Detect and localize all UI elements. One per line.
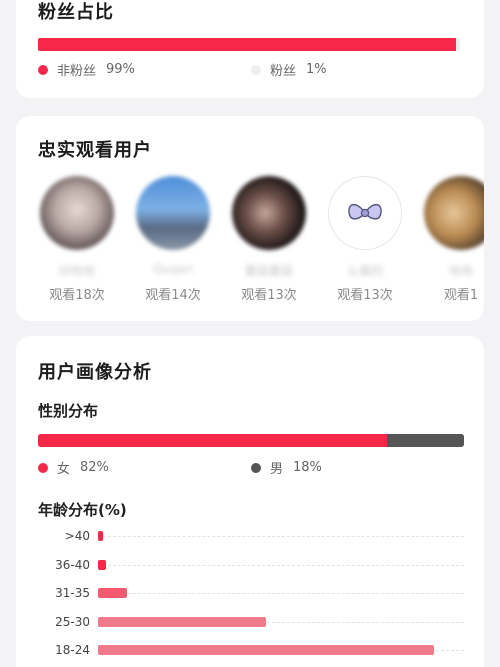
loyal-viewers-title: 忠实观看用户	[38, 140, 152, 161]
age-row: 31-35	[16, 586, 484, 601]
age-bar	[98, 645, 434, 655]
grid-line	[98, 593, 464, 594]
gender-title: 性别分布	[38, 402, 99, 420]
viewer-name: 么猫的	[346, 264, 383, 278]
female-segment	[38, 434, 388, 447]
viewer-name: 哈哈	[448, 264, 473, 278]
grid-line	[98, 564, 464, 566]
age-bar	[98, 559, 106, 570]
female-legend: 女 82%	[38, 458, 109, 477]
fan-ratio-title: 粉丝占比	[38, 2, 114, 23]
male-segment	[388, 434, 464, 447]
age-tick-label: >40	[64, 529, 90, 543]
avatar	[40, 176, 114, 250]
fan-ratio-card: 粉丝占比 非粉丝 99% 粉丝 1%	[16, 0, 484, 98]
non-fan-legend: 非粉丝 99%	[38, 60, 135, 79]
age-tick-label: 31-35	[55, 586, 90, 600]
male-dot-icon	[251, 462, 261, 473]
grid-line	[98, 536, 464, 537]
user-portrait-card: 用户画像分析 性别分布 女 82% 男 18% 年龄分布(%) >40 36-40…	[16, 336, 484, 667]
loyal-viewers-card: 忠实观看用户 印哈哈 观看18次 Quqan 观看14次 蘑菇蘑菇 观看13次 …	[16, 116, 484, 321]
fan-label: 粉丝	[270, 64, 297, 79]
viewer-count: 观看14次	[145, 288, 201, 303]
avatar	[424, 176, 484, 250]
viewer-name: 蘑菇蘑菇	[244, 264, 293, 278]
age-tick-label: 25-30	[55, 614, 90, 629]
age-bar	[98, 531, 104, 541]
age-row: 18-24	[16, 643, 484, 658]
avatar	[136, 176, 210, 250]
fan-value: 1%	[306, 62, 327, 77]
viewer-item[interactable]: 哈哈 观看1	[422, 176, 484, 303]
viewer-item[interactable]: 蘑菇蘑菇 观看13次	[230, 176, 308, 303]
bow-icon	[328, 176, 402, 250]
viewer-item[interactable]: Quqan 观看14次	[134, 176, 212, 303]
non-fan-dot-icon	[38, 64, 48, 75]
female-dot-icon	[38, 462, 48, 473]
viewer-count: 观看18次	[49, 288, 105, 303]
age-bar	[98, 588, 128, 598]
viewer-name: 印哈哈	[58, 264, 95, 278]
avatar	[232, 176, 306, 250]
age-distribution-chart: >40 36-40 31-35 25-30 18-24	[16, 526, 484, 667]
fan-ratio-bar	[38, 38, 460, 51]
age-tick-label: 18-24	[55, 643, 90, 657]
viewer-count: 观看13次	[337, 288, 393, 303]
fan-dot-icon	[251, 64, 261, 75]
age-row: 25-30	[16, 614, 484, 630]
viewer-count: 观看13次	[241, 288, 297, 303]
male-value: 18%	[293, 460, 322, 475]
viewer-item[interactable]: 印哈哈 观看18次	[38, 176, 116, 303]
male-legend: 男 18%	[251, 458, 322, 477]
non-fan-segment	[38, 38, 456, 51]
age-tick-label: 36-40	[55, 557, 90, 572]
female-value: 82%	[80, 460, 109, 475]
non-fan-label: 非粉丝	[57, 64, 97, 79]
non-fan-value: 99%	[106, 62, 135, 77]
gender-bar	[38, 434, 464, 447]
viewer-item[interactable]: 么猫的 观看13次	[326, 176, 404, 303]
female-label: 女	[57, 462, 71, 477]
age-bar	[98, 616, 266, 627]
fan-legend: 粉丝 1%	[251, 60, 327, 79]
male-label: 男	[270, 462, 284, 477]
viewer-name: Quqan	[153, 262, 193, 276]
age-title: 年龄分布(%)	[38, 501, 127, 519]
viewer-count: 观看1	[443, 288, 479, 303]
user-portrait-title: 用户画像分析	[38, 362, 152, 383]
age-row: 36-40	[16, 557, 484, 573]
age-row: >40	[16, 529, 484, 544]
